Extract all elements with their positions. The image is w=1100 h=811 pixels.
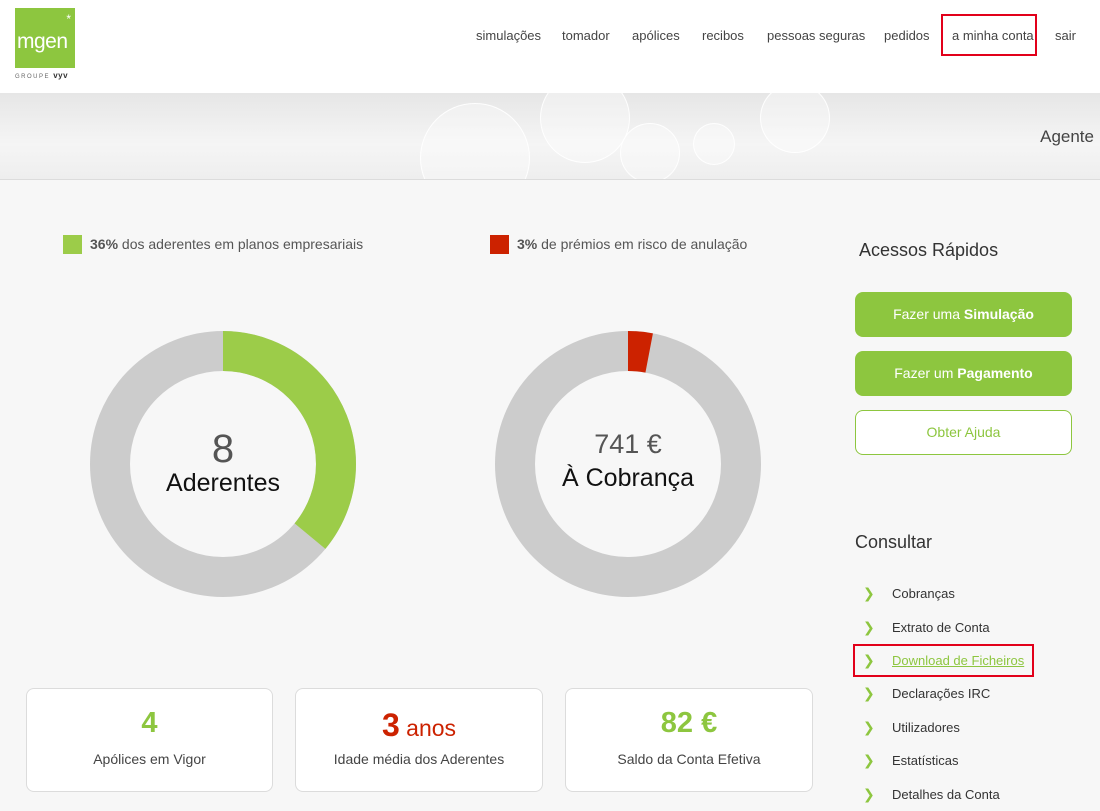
legend-text: de prémios em risco de anulação xyxy=(537,236,748,253)
decor-bubble xyxy=(540,93,630,163)
donut-label: À Cobrança xyxy=(561,464,695,492)
donut-aderentes: 8 Aderentes xyxy=(90,331,356,597)
logo-group-prefix: GROUPE xyxy=(15,74,51,80)
decor-bubble xyxy=(693,123,735,165)
stat-card-apolices: 4 Apólices em Vigor xyxy=(26,688,273,792)
donut-number: 8 xyxy=(211,427,235,471)
nav-tomador[interactable]: tomador xyxy=(562,28,610,43)
logo-mark: mgen * xyxy=(15,8,75,68)
simulation-button[interactable]: Fazer uma Simulação xyxy=(855,292,1072,337)
decor-bubble xyxy=(620,123,680,179)
stat-label: Saldo da Conta Efetiva xyxy=(617,751,761,767)
nav-highlight-box xyxy=(941,14,1037,56)
link-detalhes-da-conta[interactable]: ❯ Detalhes da Conta xyxy=(863,786,1000,806)
decor-bubble xyxy=(760,93,830,153)
payment-button[interactable]: Fazer um Pagamento xyxy=(855,351,1072,396)
stat-value: 4 xyxy=(27,707,272,740)
logo-star-icon: * xyxy=(66,12,71,26)
chevron-right-icon: ❯ xyxy=(863,619,875,635)
button-text-bold: Pagamento xyxy=(957,365,1033,381)
chevron-right-icon: ❯ xyxy=(863,719,875,735)
stat-label: Apólices em Vigor xyxy=(93,751,206,767)
nav-sair[interactable]: sair xyxy=(1055,28,1076,43)
link-highlight-box xyxy=(853,644,1034,677)
stat-label: Idade média dos Aderentes xyxy=(333,751,505,767)
stat-number: 4 xyxy=(141,707,158,739)
legend-aderentes: 36% dos aderentes em planos empresariais xyxy=(63,235,364,255)
button-text: Obter Ajuda xyxy=(926,424,1001,440)
legend-swatch-green xyxy=(63,235,82,254)
link-label: Extrato de Conta xyxy=(892,620,990,635)
nav-simulacoes[interactable]: simulações xyxy=(476,28,541,43)
hero-banner: Agente xyxy=(0,93,1100,180)
link-label: Utilizadores xyxy=(892,720,960,735)
donut-amount: 741 € xyxy=(594,429,662,459)
nav-pessoas-seguras[interactable]: pessoas seguras xyxy=(767,28,865,43)
mgen-logo[interactable]: mgen * GROUPE vyv xyxy=(15,8,75,80)
nav-apolices[interactable]: apólices xyxy=(632,28,680,43)
link-estatisticas[interactable]: ❯ Estatísticas xyxy=(863,752,958,772)
link-label: Cobranças xyxy=(892,586,955,601)
stat-value: 3 anos xyxy=(296,707,542,744)
link-label: Detalhes da Conta xyxy=(892,787,1000,802)
link-utilizadores[interactable]: ❯ Utilizadores xyxy=(863,719,960,739)
logo-brand: mgen xyxy=(17,30,68,53)
nav-pedidos[interactable]: pedidos xyxy=(884,28,930,43)
stat-card-saldo: 82 € Saldo da Conta Efetiva xyxy=(565,688,813,792)
button-text: Fazer uma xyxy=(893,306,964,322)
link-label: Declarações IRC xyxy=(892,686,991,701)
link-declaracoes-irc[interactable]: ❯ Declarações IRC xyxy=(863,685,990,705)
chevron-right-icon: ❯ xyxy=(863,585,875,601)
stat-unit: anos xyxy=(399,715,457,741)
legend-percent: 3% xyxy=(517,236,538,253)
chevron-right-icon: ❯ xyxy=(863,786,875,802)
donut-label: Aderentes xyxy=(166,469,280,497)
top-header: mgen * GROUPE vyv simulações tomador apó… xyxy=(0,0,1100,93)
button-text-bold: Simulação xyxy=(963,306,1034,322)
logo-group: GROUPE vyv xyxy=(15,71,75,80)
legend-text: dos aderentes em planos empresariais xyxy=(118,236,364,253)
legend-swatch-red xyxy=(490,235,509,254)
stat-card-idade: 3 anos Idade média dos Aderentes xyxy=(295,688,543,792)
decor-bubble xyxy=(420,103,530,179)
logo-group-name: vyv xyxy=(53,71,69,80)
link-cobrancas[interactable]: ❯ Cobranças xyxy=(863,585,955,605)
button-text: Fazer um xyxy=(894,365,958,381)
stat-number: 82 € xyxy=(660,707,718,739)
link-extrato-de-conta[interactable]: ❯ Extrato de Conta xyxy=(863,619,990,639)
quick-access-title: Acessos Rápidos xyxy=(859,240,999,260)
legend-premios: 3% de prémios em risco de anulação xyxy=(490,235,748,255)
stat-number: 3 xyxy=(381,707,400,743)
nav-recibos[interactable]: recibos xyxy=(702,28,744,43)
consult-title: Consultar xyxy=(855,532,933,552)
role-label: Agente xyxy=(1040,127,1094,146)
link-label: Estatísticas xyxy=(892,753,959,768)
chevron-right-icon: ❯ xyxy=(863,752,875,768)
help-button[interactable]: Obter Ajuda xyxy=(855,410,1072,455)
stat-value: 82 € xyxy=(566,707,812,740)
legend-percent: 36% xyxy=(90,236,119,253)
chevron-right-icon: ❯ xyxy=(863,685,875,701)
donut-cobranca: 741 € À Cobrança xyxy=(495,331,761,597)
